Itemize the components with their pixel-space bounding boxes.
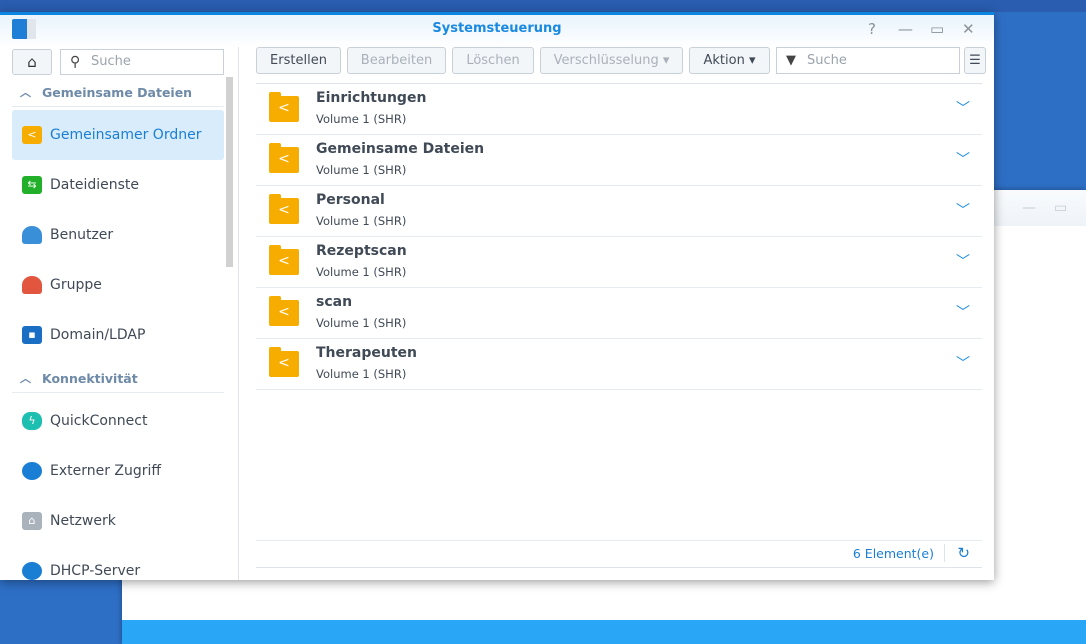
desktop-top-strip — [0, 0, 1086, 12]
sidebar-item-shared-folder[interactable]: < Gemeinsamer Ordner — [12, 110, 224, 160]
list-item[interactable]: < Einrichtungen Volume 1 (SHR) ﹀ — [256, 84, 982, 135]
item-count: 6 Element(e) — [852, 546, 934, 561]
action-dropdown[interactable]: Aktion ▾ — [689, 47, 770, 74]
search-icon: ⚲ — [70, 54, 81, 70]
edit-button[interactable]: Bearbeiten — [347, 47, 446, 74]
shared-folder-icon: < — [22, 126, 42, 144]
sidebar: ⌂ ⚲ Suche ︿ Gemeinsame Dateien < Gemeinsame… — [0, 47, 239, 580]
shared-folder-icon: < — [269, 92, 299, 122]
shared-folder-icon: < — [269, 143, 299, 173]
group-icon — [22, 276, 42, 294]
chevron-up-icon: ︿ — [20, 86, 31, 99]
background-banner — [122, 620, 1086, 644]
refresh-icon[interactable]: ↻ — [944, 544, 970, 562]
create-button[interactable]: Erstellen — [256, 47, 341, 74]
shared-folder-icon: < — [269, 194, 299, 224]
minimize-button[interactable]: — — [898, 20, 913, 38]
list-item[interactable]: < Rezeptscan Volume 1 (SHR) ﹀ — [256, 237, 982, 288]
help-icon[interactable]: ? — [868, 20, 876, 38]
close-button[interactable]: ✕ — [962, 20, 975, 38]
sidebar-item-user[interactable]: Benutzer — [12, 210, 224, 260]
section-gemeinsame-dateien[interactable]: ︿ Gemeinsame Dateien — [12, 81, 224, 107]
shared-folder-icon: < — [269, 296, 299, 326]
sidebar-item-dhcp-server[interactable]: DHCP-Server — [12, 546, 224, 580]
quickconnect-icon: ϟ — [22, 412, 42, 430]
file-services-icon: ⇆ — [22, 176, 42, 194]
chevron-down-icon[interactable]: ﹀ — [956, 149, 970, 169]
globe-icon — [22, 462, 42, 480]
maximize-button[interactable]: ▭ — [930, 20, 944, 38]
main-panel: Erstellen Bearbeiten Löschen Verschlüsse… — [256, 47, 986, 580]
domain-icon: ▪ — [22, 326, 42, 344]
title-bar[interactable]: Systemsteuerung ? — ▭ ✕ — [0, 15, 994, 47]
chevron-up-icon: ︿ — [20, 372, 31, 385]
dhcp-icon — [22, 562, 42, 580]
section-konnektivitaet[interactable]: ︿ Konnektivität — [12, 367, 224, 393]
sort-icon: ☰ — [969, 53, 981, 68]
filter-icon: ▼ — [786, 53, 796, 68]
shared-folder-icon: < — [269, 347, 299, 377]
filter-search-input[interactable]: ▼ Suche — [776, 47, 960, 74]
list-item[interactable]: < Therapeuten Volume 1 (SHR) ﹀ — [256, 339, 982, 390]
sidebar-item-external-access[interactable]: Externer Zugriff — [12, 446, 224, 496]
sidebar-item-quickconnect[interactable]: ϟ QuickConnect — [12, 396, 224, 446]
encryption-dropdown[interactable]: Verschlüsselung ▾ — [540, 47, 683, 74]
sidebar-item-file-services[interactable]: ⇆ Dateidienste — [12, 160, 224, 210]
list-item[interactable]: < Personal Volume 1 (SHR) ﹀ — [256, 186, 982, 237]
sidebar-search-input[interactable]: ⚲ Suche — [60, 49, 224, 75]
chevron-down-icon[interactable]: ﹀ — [956, 353, 970, 373]
shared-folder-icon: < — [269, 245, 299, 275]
chevron-down-icon[interactable]: ﹀ — [956, 251, 970, 271]
control-panel-window: Systemsteuerung ? — ▭ ✕ ⌂ ⚲ Suche ︿ Gemein… — [0, 12, 994, 580]
chevron-down-icon[interactable]: ﹀ — [956, 98, 970, 118]
sidebar-item-network[interactable]: ⌂ Netzwerk — [12, 496, 224, 546]
list-footer: 6 Element(e) ↻ — [256, 540, 982, 568]
user-icon — [22, 226, 42, 244]
network-house-icon: ⌂ — [22, 512, 42, 530]
chevron-down-icon[interactable]: ﹀ — [956, 302, 970, 322]
minimize-icon[interactable]: — — [1022, 200, 1036, 216]
home-button[interactable]: ⌂ — [12, 49, 52, 75]
delete-button[interactable]: Löschen — [452, 47, 534, 74]
home-icon: ⌂ — [27, 53, 37, 71]
sidebar-item-group[interactable]: Gruppe — [12, 260, 224, 310]
chevron-down-icon[interactable]: ﹀ — [956, 200, 970, 220]
maximize-icon[interactable]: ▭ — [1054, 200, 1067, 216]
sort-button[interactable]: ☰ — [964, 47, 986, 74]
list-item[interactable]: < Gemeinsame Dateien Volume 1 (SHR) ﹀ — [256, 135, 982, 186]
sidebar-item-domain-ldap[interactable]: ▪ Domain/LDAP — [12, 310, 224, 360]
sidebar-scrollbar[interactable] — [226, 77, 233, 267]
window-title: Systemsteuerung — [432, 21, 562, 36]
shared-folder-list: < Einrichtungen Volume 1 (SHR) ﹀ < Gemeinsam… — [256, 83, 982, 390]
list-item[interactable]: < scan Volume 1 (SHR) ﹀ — [256, 288, 982, 339]
